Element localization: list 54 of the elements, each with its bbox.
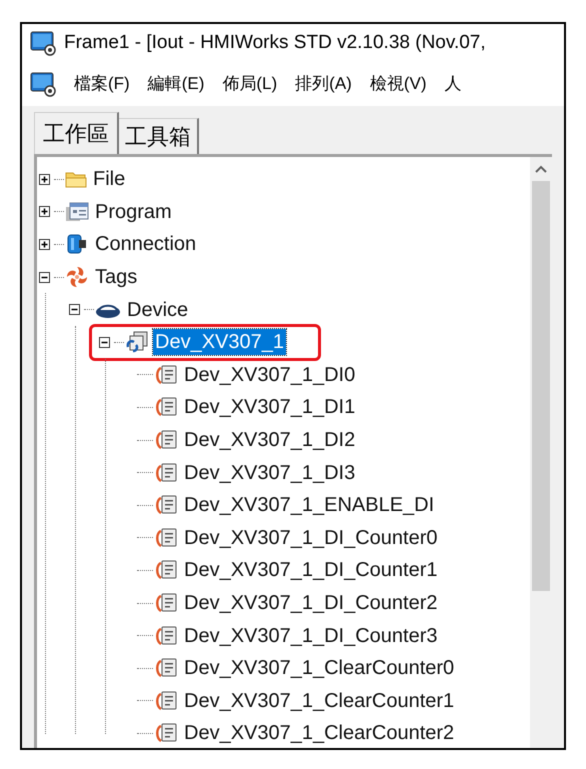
collapse-icon[interactable] [99,336,110,348]
connector-icon [65,233,89,256]
menu-item[interactable]: 檔案(F) [74,71,130,97]
tree-item[interactable]: Dev_XV307_1_ClearCounter2 [182,720,456,746]
tree-item[interactable]: Dev_XV307_1_DI3 [182,460,358,486]
tree-item[interactable]: Dev_XV307_1_DI_Counter1 [182,557,440,584]
tab[interactable]: 工作區 [34,112,119,154]
tree-item[interactable]: Dev_XV307_1_ClearCounter1 [182,688,456,714]
tree-item[interactable]: Dev_XV307_1 [153,329,286,356]
tag-icon [154,429,178,452]
window-icon [65,202,89,222]
tab[interactable]: 工具箱 [119,118,199,154]
expand-icon[interactable] [39,238,50,250]
menu-item[interactable]: 排列(A) [295,71,352,97]
tree-item[interactable]: Dev_XV307_1_ClearCounter0 [182,655,456,682]
scroll-thumb[interactable] [532,181,550,591]
menu-item[interactable]: 人 [444,71,462,97]
tree-item[interactable]: Tags [93,264,140,290]
menu-item[interactable]: 編輯(E) [148,71,204,97]
tag-icon [154,494,178,516]
app-icon [30,30,56,56]
swirl-icon [65,265,89,290]
tree-item[interactable]: Dev_XV307_1_DI_Counter3 [182,622,440,649]
tag-icon [154,462,178,484]
tag-icon [154,559,178,582]
collapse-icon[interactable] [69,304,80,316]
tree-item[interactable]: Dev_XV307_1_DI_Counter2 [182,590,440,616]
collapse-icon[interactable] [39,272,50,283]
menu-item[interactable]: 檢視(V) [370,71,427,97]
tag-icon [154,364,178,386]
scroll-up-icon[interactable] [535,165,547,173]
expand-icon[interactable] [39,174,50,185]
tag-icon [154,526,178,549]
tree-item[interactable]: Connection [93,231,198,258]
expand-icon[interactable] [39,206,50,218]
tag-icon [154,592,178,614]
module-icon [125,331,149,354]
tree-item[interactable]: Device [125,296,190,323]
window-title: Frame1 - [Iout - HMIWorks STD v2.10.38 (Nov.07, [64,30,486,55]
tag-icon [154,722,178,744]
tree-item[interactable]: Dev_XV307_1_DI0 [182,362,358,388]
tree-item[interactable]: Dev_XV307_1_ENABLE_DI [182,492,436,518]
tree-item[interactable]: Dev_XV307_1_DI2 [182,427,358,454]
folder-icon [65,170,87,188]
app-icon [30,71,56,97]
menu-item[interactable]: 佈局(L) [222,71,278,97]
tag-icon [154,624,178,647]
tree-item[interactable]: File [91,166,128,192]
tree-item[interactable]: Dev_XV307_1_DI1 [182,394,358,420]
tag-icon [154,690,178,712]
tree-item[interactable]: Program [93,198,174,225]
tag-icon [154,396,178,418]
tree-item[interactable]: Dev_XV307_1_DI_Counter0 [182,524,440,551]
tag-icon [154,657,178,680]
